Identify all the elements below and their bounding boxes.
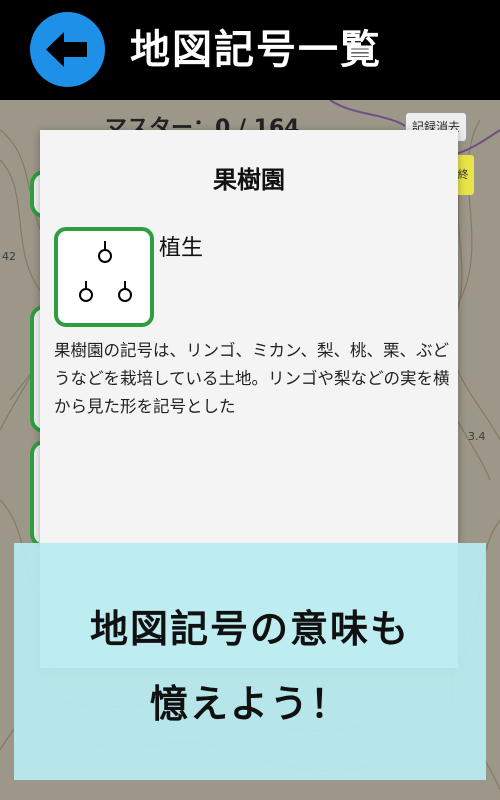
arrow-left-icon [46,32,87,67]
back-button[interactable] [30,12,105,87]
banner-line-1: 地図記号の意味も [89,607,410,651]
orchard-symbol-icon [79,241,132,302]
symbol-category: 植生 [159,236,204,261]
symbol-description: 果樹園の記号は、リンゴ、ミカン、梨、桃、栗、ぶどうなどを栽培している土地。リンゴ… [54,341,450,416]
symbol-frame [54,227,154,327]
app-header: 地図記号一覧 [0,0,500,100]
banner-line-2: 憶えよう！ [149,682,350,726]
promo-banner: 地図記号の意味も 憶えよう！ [14,543,486,780]
page-title: 地図記号一覧 [130,27,382,73]
symbol-name: 果樹園 [213,166,285,194]
